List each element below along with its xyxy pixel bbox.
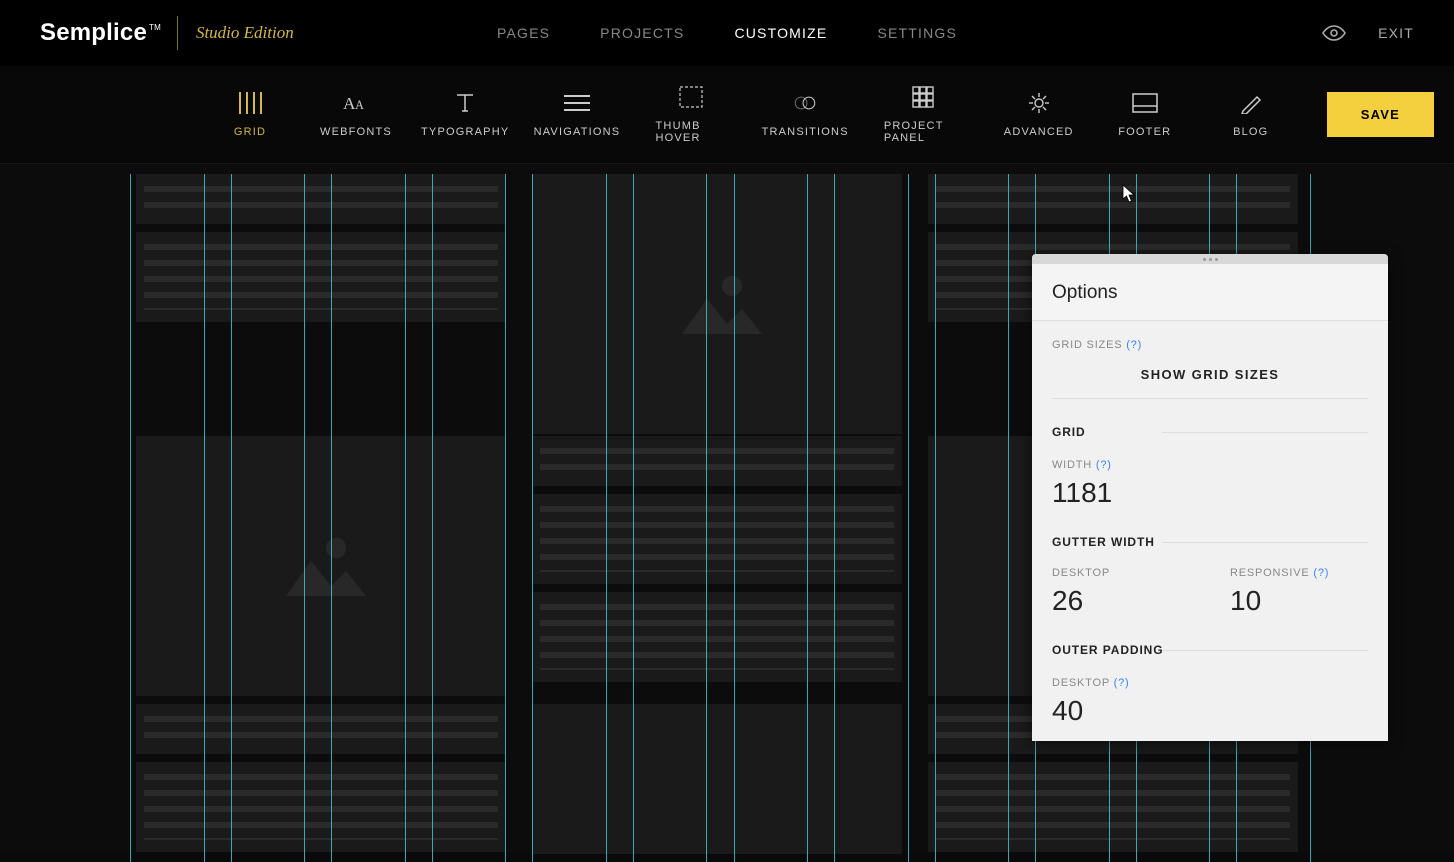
mouse-cursor-icon bbox=[1122, 184, 1136, 204]
subnav-label: PROJECT PANEL bbox=[884, 120, 963, 144]
subnav-advanced[interactable]: ADVANCED bbox=[1009, 92, 1069, 138]
grid-icon bbox=[237, 92, 263, 114]
top-header: SempliceTM Studio Edition PAGES PROJECTS… bbox=[0, 0, 1454, 66]
exit-link[interactable]: EXIT bbox=[1378, 25, 1414, 41]
subnav-project-panel[interactable]: PROJECT PANEL bbox=[884, 86, 963, 144]
panel-title: Options bbox=[1032, 264, 1388, 321]
nav-pages[interactable]: PAGES bbox=[497, 25, 550, 41]
advanced-icon bbox=[1026, 92, 1052, 114]
gutter-section-header: GUTTER WIDTH bbox=[1052, 535, 1368, 549]
width-label: WIDTH (?) bbox=[1052, 459, 1368, 471]
gutter-responsive-input[interactable]: 10 bbox=[1230, 585, 1368, 617]
subnav-transitions[interactable]: TRANSITIONS bbox=[772, 92, 837, 138]
content-block[interactable] bbox=[532, 436, 902, 486]
content-block[interactable] bbox=[928, 762, 1298, 852]
subnav-footer[interactable]: FOOTER bbox=[1115, 92, 1175, 138]
outer-padding-desktop-label: DESKTOP (?) bbox=[1052, 677, 1368, 689]
transitions-icon bbox=[792, 92, 818, 114]
subnav-typography[interactable]: TYPOGRAPHY bbox=[432, 92, 498, 138]
panel-drag-handle[interactable] bbox=[1032, 254, 1388, 264]
nav-right: EXIT bbox=[1322, 21, 1414, 45]
subnav-label: TYPOGRAPHY bbox=[421, 126, 509, 138]
nav-customize[interactable]: CUSTOMIZE bbox=[734, 25, 827, 41]
subnav-grid[interactable]: GRID bbox=[220, 92, 280, 138]
help-link[interactable]: (?) bbox=[1114, 677, 1130, 689]
subnav-thumb-hover[interactable]: THUMB HOVER bbox=[656, 86, 727, 144]
subnav-label: FOOTER bbox=[1118, 126, 1171, 138]
logo-divider bbox=[177, 16, 178, 50]
content-block[interactable] bbox=[136, 762, 506, 852]
content-block-image[interactable] bbox=[532, 704, 902, 854]
logo[interactable]: SempliceTM bbox=[40, 19, 159, 47]
subnav-label: WEBFONTS bbox=[320, 126, 392, 138]
gutter-desktop-input[interactable]: 26 bbox=[1052, 585, 1190, 617]
nav-icon bbox=[564, 92, 590, 114]
help-link[interactable]: (?) bbox=[1313, 567, 1329, 579]
outer-padding-section-header: OUTER PADDING bbox=[1052, 643, 1368, 657]
subnav-label: BLOG bbox=[1233, 126, 1268, 138]
subnav-blog[interactable]: BLOG bbox=[1221, 92, 1281, 138]
logo-edition: Studio Edition bbox=[196, 23, 294, 43]
svg-text:A: A bbox=[355, 98, 364, 112]
content-block[interactable] bbox=[136, 232, 506, 322]
grid-sizes-label: GRID SIZES (?) bbox=[1052, 339, 1368, 351]
svg-text:A: A bbox=[343, 94, 356, 113]
outer-padding-desktop-input[interactable]: 40 bbox=[1052, 695, 1368, 727]
thumb-icon bbox=[678, 86, 704, 108]
nav-settings[interactable]: SETTINGS bbox=[877, 25, 957, 41]
preview-eye-icon[interactable] bbox=[1322, 21, 1346, 45]
gutter-responsive-label: RESPONSIVE (?) bbox=[1230, 567, 1368, 579]
content-block[interactable] bbox=[928, 174, 1298, 224]
content-block[interactable] bbox=[532, 592, 902, 682]
footer-icon bbox=[1132, 92, 1158, 114]
width-input[interactable]: 1181 bbox=[1052, 477, 1368, 509]
font-icon: AA bbox=[343, 92, 369, 114]
content-block[interactable] bbox=[136, 174, 506, 224]
subnav-label: GRID bbox=[234, 126, 266, 138]
subnav-label: NAVIGATIONS bbox=[534, 126, 621, 138]
main-nav: PAGES PROJECTS CUSTOMIZE SETTINGS bbox=[497, 25, 957, 41]
blog-icon bbox=[1238, 92, 1264, 114]
content-block[interactable] bbox=[532, 494, 902, 584]
panel-icon bbox=[910, 86, 936, 108]
help-link[interactable]: (?) bbox=[1126, 339, 1142, 351]
type-icon bbox=[452, 92, 478, 114]
subnav-navigations[interactable]: NAVIGATIONS bbox=[544, 92, 609, 138]
content-block[interactable] bbox=[136, 704, 506, 754]
subnav-label: ADVANCED bbox=[1004, 126, 1074, 138]
subnav-webfonts[interactable]: AA WEBFONTS bbox=[326, 92, 386, 138]
save-button[interactable]: SAVE bbox=[1327, 92, 1434, 137]
grid-section-header: GRID bbox=[1052, 425, 1368, 439]
customize-subnav: GRID AA WEBFONTS TYPOGRAPHY NAVIGATIONS … bbox=[0, 66, 1454, 164]
help-link[interactable]: (?) bbox=[1096, 459, 1112, 471]
subnav-label: TRANSITIONS bbox=[762, 126, 849, 138]
logo-text: Semplice bbox=[40, 19, 147, 46]
gutter-desktop-label: DESKTOP bbox=[1052, 567, 1190, 579]
options-panel: Options GRID SIZES (?) SHOW GRID SIZES G… bbox=[1032, 254, 1388, 741]
logo-group: SempliceTM Studio Edition bbox=[40, 16, 294, 50]
content-block-image[interactable] bbox=[532, 174, 902, 434]
content-block-image[interactable] bbox=[136, 436, 506, 696]
subnav-label: THUMB HOVER bbox=[656, 120, 727, 144]
show-grid-sizes-button[interactable]: SHOW GRID SIZES bbox=[1052, 357, 1368, 399]
logo-tm: TM bbox=[149, 23, 161, 32]
nav-projects[interactable]: PROJECTS bbox=[600, 25, 684, 41]
